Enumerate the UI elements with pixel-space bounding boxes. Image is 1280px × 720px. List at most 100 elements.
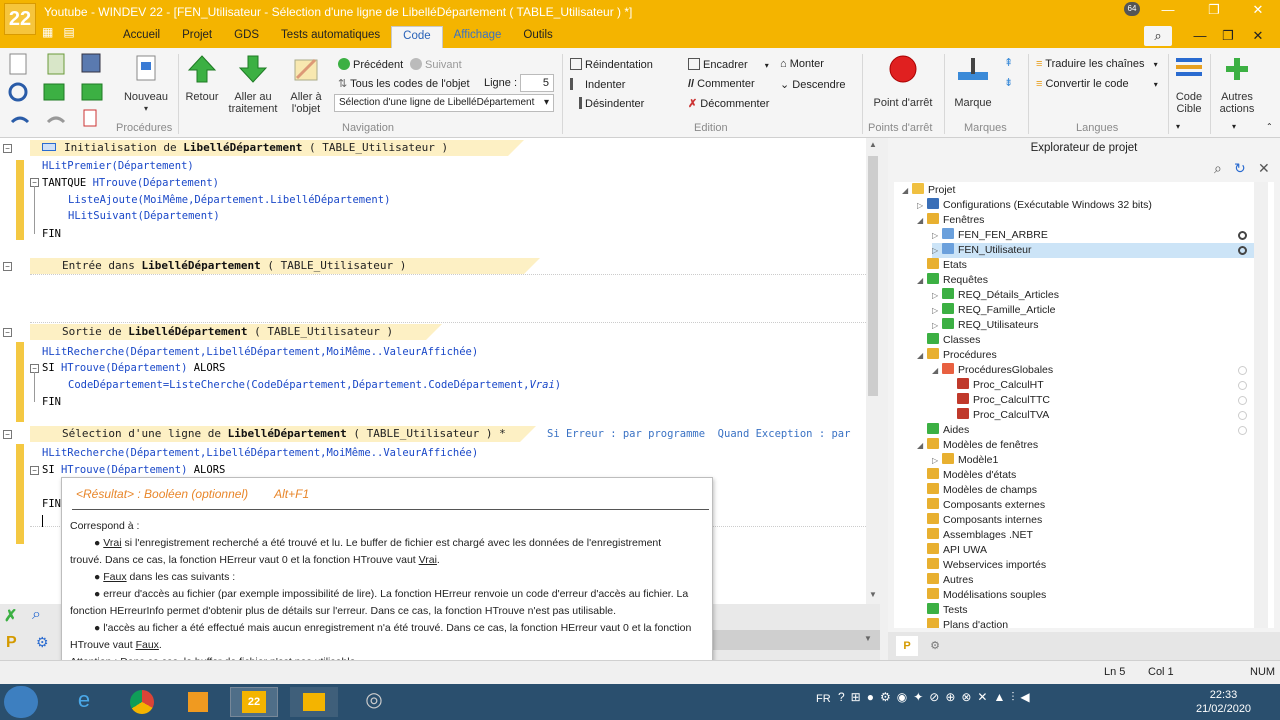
tree-node[interactable]: ▷ REQ_Utilisateurs xyxy=(932,318,1039,333)
expand-arrow-icon[interactable]: ▷ xyxy=(932,243,942,258)
tree-node[interactable]: Composants internes xyxy=(917,513,1042,528)
close-icon[interactable]: ✕ xyxy=(1240,0,1276,22)
nouveau-button[interactable]: Nouveau ▾ xyxy=(122,54,170,115)
autres-actions-button[interactable]: Autres actions xyxy=(1214,54,1260,115)
ribbon-collapse-icon[interactable]: ⌃ xyxy=(1266,122,1273,131)
collapse-toggle-icon[interactable]: − xyxy=(3,430,12,439)
obs-icon[interactable]: ◎ xyxy=(350,687,398,717)
tree-node[interactable]: ◢ Requêtes xyxy=(917,273,988,288)
dropdown-arrow-icon[interactable]: ▾ xyxy=(1176,122,1180,131)
expand-arrow-icon[interactable]: ◢ xyxy=(932,363,942,378)
tray-icons[interactable]: ?⊞●⚙◉✦⊘⊕⊗✕▲⫶◀ xyxy=(838,690,1036,705)
doc-restore-icon[interactable]: ❐ xyxy=(1214,26,1242,46)
analysis-tab-icon[interactable]: ⚙ xyxy=(924,636,946,656)
minimize-icon[interactable]: — xyxy=(1150,0,1186,22)
tab-projet[interactable]: Projet xyxy=(171,26,223,48)
encadrer-button[interactable]: Encadrer ▾ xyxy=(688,58,769,71)
project-p-icon[interactable]: P xyxy=(6,634,17,652)
tree-scrollbar[interactable] xyxy=(1254,182,1268,628)
tab-accueil[interactable]: Accueil xyxy=(112,26,171,48)
collapse-toggle-icon[interactable]: − xyxy=(3,328,12,337)
restore-icon[interactable]: ❐ xyxy=(1196,0,1232,22)
suivant-button[interactable]: Suivant xyxy=(410,58,462,71)
indenter-button[interactable]: Indenter xyxy=(570,78,625,91)
collapse-toggle-icon[interactable]: − xyxy=(30,466,39,475)
ligne-input[interactable]: 5 xyxy=(520,74,554,92)
monter-button[interactable]: ⌂ Monter xyxy=(780,58,824,70)
search-icon[interactable]: ⌕ xyxy=(1214,160,1222,177)
traduire-button[interactable]: ≡ Traduire les chaînes ▾ xyxy=(1036,58,1158,70)
next-mark-icon[interactable]: ⇟ xyxy=(1004,76,1013,89)
expand-arrow-icon[interactable]: ◢ xyxy=(917,213,927,228)
search-code-icon[interactable]: ⌕ xyxy=(32,606,41,624)
expand-arrow-icon[interactable]: ◢ xyxy=(917,273,927,288)
aller-au-traitement-button[interactable]: Aller au traitement xyxy=(226,54,280,115)
tools-icon[interactable]: ✗ xyxy=(4,606,17,626)
tree-node[interactable]: ◢ Modèles de fenêtres xyxy=(917,438,1038,453)
close-panel-icon[interactable]: ✕ xyxy=(1258,160,1270,177)
expand-arrow-icon[interactable]: ▷ xyxy=(932,303,942,318)
tree-node[interactable]: Proc_CalculHT xyxy=(947,378,1044,393)
desindenter-button[interactable]: Désindenter xyxy=(570,97,644,110)
refresh-icon[interactable]: ↻ xyxy=(1234,160,1246,177)
selection-combo[interactable]: Sélection d'une ligne de LibelléDépartem… xyxy=(334,94,554,112)
tab-tests-automatiques[interactable]: Tests automatiques xyxy=(270,26,391,48)
tree-node[interactable]: Modélisations souples xyxy=(917,588,1046,603)
expand-arrow-icon[interactable]: ◢ xyxy=(917,348,927,363)
tree-node[interactable]: ▷ Configurations (Exécutable Windows 32 b… xyxy=(917,198,1152,213)
language-indicator[interactable]: FR xyxy=(816,693,831,705)
error-handling-info[interactable]: Si Erreur : par programme Quand Exceptio… xyxy=(547,426,850,442)
retour-button[interactable]: Retour xyxy=(182,54,222,103)
scroll-down-icon[interactable]: ▼ xyxy=(869,590,877,599)
chrome-icon[interactable] xyxy=(118,687,166,717)
grid-icon[interactable]: ▦ xyxy=(42,25,53,39)
editor-scrollbar[interactable]: ▲ ▼ xyxy=(866,138,880,604)
project-tree[interactable]: ◢ Projet ▷ Configurations (Exécutable Windo… xyxy=(894,182,1274,628)
tree-node[interactable]: Classes xyxy=(917,333,980,348)
tree-node[interactable]: ◢ Procédures xyxy=(917,348,997,363)
prev-mark-icon[interactable]: ⇞ xyxy=(1004,56,1013,69)
expand-arrow-icon[interactable]: ▷ xyxy=(932,228,942,243)
expand-arrow-icon[interactable]: ▷ xyxy=(932,453,942,468)
tous-les-codes-button[interactable]: ⇅ Tous les codes de l'objet xyxy=(338,77,470,90)
precedent-button[interactable]: Précédent xyxy=(338,58,403,71)
tree-node[interactable]: ▷ FEN_FEN_ARBRE xyxy=(932,228,1048,243)
reindentation-button[interactable]: Réindentation xyxy=(570,58,653,71)
marque-button[interactable]: Marque xyxy=(950,54,996,109)
decommenter-button[interactable]: ✗ Décommenter xyxy=(688,97,769,110)
network-icon[interactable]: ⚙ xyxy=(36,634,49,651)
windev-taskbar-icon[interactable]: 22 xyxy=(230,687,278,717)
tree-node[interactable]: Webservices importés xyxy=(917,558,1046,573)
tree-node[interactable]: ▷ Modèle1 xyxy=(932,453,998,468)
code-cible-button[interactable]: Code Cible xyxy=(1172,54,1206,115)
clock[interactable]: 22:33 21/02/2020 xyxy=(1196,688,1251,716)
tree-node[interactable]: ◢ Projet xyxy=(902,183,955,198)
expand-arrow-icon[interactable]: ▷ xyxy=(917,198,927,213)
tab-outils[interactable]: Outils xyxy=(512,26,563,48)
tree-node[interactable]: Assemblages .NET xyxy=(917,528,1033,543)
layout-icon[interactable]: ▤ xyxy=(63,25,74,39)
start-button[interactable] xyxy=(4,686,38,718)
tree-node[interactable]: ▷ REQ_Détails_Articles xyxy=(932,288,1059,303)
tree-node[interactable]: Modèles d'états xyxy=(917,468,1016,483)
tree-node[interactable]: Proc_CalculTVA xyxy=(947,408,1049,423)
descendre-button[interactable]: ⌄ Descendre xyxy=(780,78,845,91)
aller-a-objet-button[interactable]: Aller à l'objet xyxy=(284,54,328,115)
point-arret-button[interactable]: Point d'arrêt xyxy=(870,54,936,109)
expand-arrow-icon[interactable]: ▷ xyxy=(932,288,942,303)
procedure-tools-icons[interactable] xyxy=(8,52,104,132)
ie-icon[interactable]: e xyxy=(60,687,108,717)
search-icon[interactable]: ⌕ xyxy=(1144,26,1172,46)
tree-node[interactable]: Modèles de champs xyxy=(917,483,1037,498)
doc-close-icon[interactable]: ✕ xyxy=(1244,26,1272,46)
dropdown-arrow-icon[interactable]: ▾ xyxy=(1232,122,1236,131)
tree-node[interactable]: ◢ ProcéduresGlobales xyxy=(932,363,1053,378)
tab-code[interactable]: Code xyxy=(391,26,443,48)
dropdown-arrow-icon[interactable]: ▼ xyxy=(864,634,872,643)
doc-minimize-icon[interactable]: — xyxy=(1186,26,1214,46)
collapse-toggle-icon[interactable]: − xyxy=(3,144,12,153)
tree-node[interactable]: Proc_CalculTTC xyxy=(947,393,1050,408)
tree-node[interactable]: Plans d'action xyxy=(917,618,1008,628)
tab-gds[interactable]: GDS xyxy=(223,26,270,48)
app-taskbar-icon[interactable] xyxy=(290,687,338,717)
